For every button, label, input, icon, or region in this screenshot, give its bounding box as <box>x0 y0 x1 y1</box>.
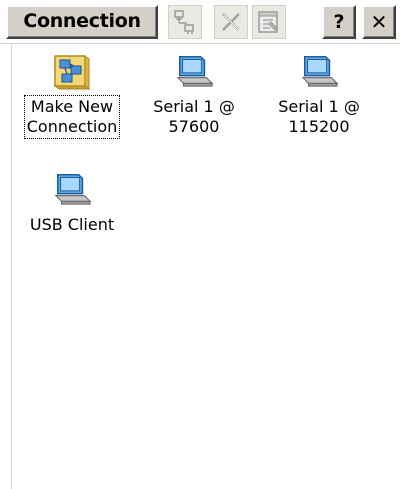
connection-computer-icon <box>52 168 92 208</box>
connection-folder-view[interactable]: Make New Connection Serial 1 @ 57600 Ser… <box>0 44 400 489</box>
item-label: USB Client <box>29 215 115 234</box>
item-label: Serial 1 @ 57600 <box>153 97 235 136</box>
help-label: ? <box>333 11 345 33</box>
item-label: Serial 1 @ 115200 <box>278 97 360 136</box>
connection-title-button[interactable]: Connection <box>6 5 158 39</box>
toolbar: Connection ? ✕ <box>0 0 400 44</box>
connection-computer-icon <box>174 50 214 90</box>
make-new-connection-item[interactable]: Make New Connection <box>12 50 132 139</box>
close-button[interactable]: ✕ <box>362 5 396 39</box>
properties-view-button[interactable] <box>168 5 202 39</box>
connection-computer-icon <box>299 50 339 90</box>
network-properties-icon <box>174 10 194 34</box>
close-icon: ✕ <box>370 10 388 34</box>
help-button[interactable]: ? <box>322 5 356 39</box>
delete-x-icon <box>222 13 241 32</box>
properties-button[interactable] <box>252 5 286 39</box>
serial-57600-item[interactable]: Serial 1 @ 57600 <box>134 50 254 138</box>
delete-button[interactable] <box>214 5 248 39</box>
properties-sheet-icon <box>258 11 278 33</box>
item-label: Make New Connection <box>23 95 121 139</box>
serial-115200-item[interactable]: Serial 1 @ 115200 <box>259 50 379 138</box>
make-new-connection-icon <box>52 50 92 90</box>
usb-client-item[interactable]: USB Client <box>12 168 132 236</box>
